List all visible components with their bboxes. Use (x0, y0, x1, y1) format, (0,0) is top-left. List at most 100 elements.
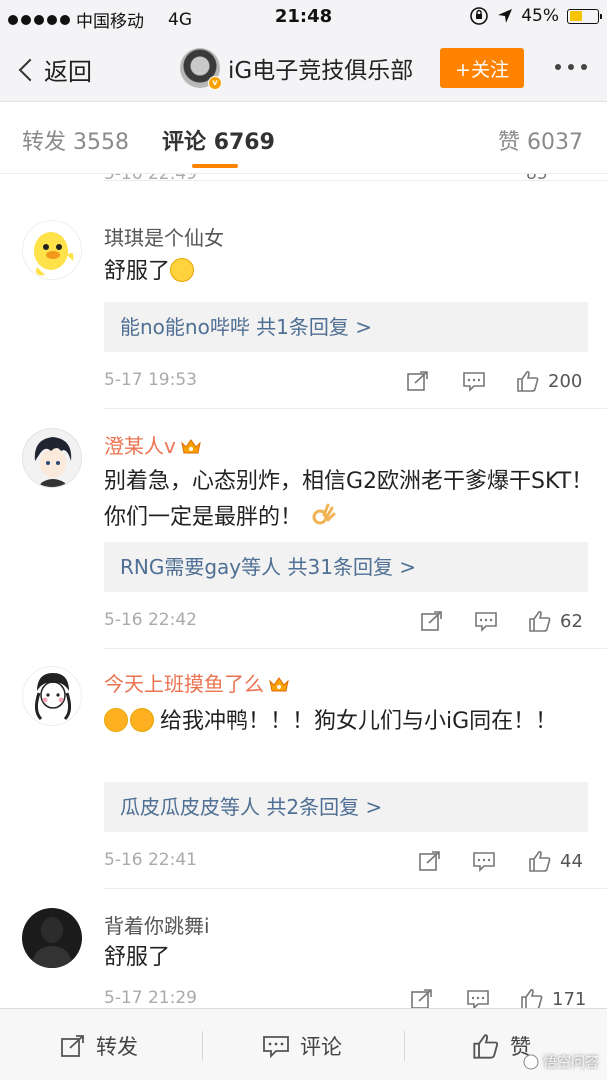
reply-button[interactable] (474, 610, 498, 632)
verified-badge-icon: v (208, 76, 222, 90)
comment-username[interactable]: 澄某人v (104, 430, 202, 459)
comment-username[interactable]: 背着你跳舞i (104, 910, 210, 939)
share-button[interactable] (420, 610, 444, 632)
comment-icon (463, 372, 485, 392)
comment-username[interactable]: 今天上班摸鱼了么 (104, 668, 290, 697)
like-count: 200 (548, 370, 583, 392)
share-button[interactable] (410, 988, 434, 1008)
status-bar: 中国移动 4G 21:48 45% (0, 0, 607, 36)
orientation-lock-icon (470, 7, 489, 25)
repost-label: 转发 (96, 1035, 138, 1059)
tab-likes[interactable]: 赞 6037 (498, 124, 583, 156)
like-button[interactable]: 171 (520, 988, 586, 1008)
reply-button[interactable] (472, 850, 496, 872)
tab-bar: 转发 3558 评论 6769 赞 6037 (0, 102, 607, 174)
like-count: 85 (526, 174, 548, 184)
share-icon (419, 851, 440, 871)
reply-button[interactable] (462, 370, 486, 392)
comment-icon (473, 852, 495, 872)
thumbs-up-icon (517, 370, 539, 392)
follow-button[interactable]: +关注 (440, 48, 524, 88)
comment-meta: 5-17 21:29 171 (104, 988, 588, 1008)
share-icon (411, 989, 432, 1008)
comment-meta: 5-16 22:41 44 (104, 850, 588, 874)
comment-meta: 5-17 19:53 200 (104, 370, 588, 394)
vip-crown-icon (269, 677, 289, 692)
watermark: 悟空问答 (523, 1052, 599, 1072)
ok-hand-emoji-icon (312, 503, 336, 525)
thumbs-up-icon (529, 850, 551, 872)
comment-username[interactable]: 琪琪是个仙女 (104, 222, 224, 251)
comment-label: 评论 (300, 1035, 342, 1059)
divider (104, 408, 607, 409)
comment-date: 5-17 21:29 (104, 988, 197, 1008)
thumbs-up-icon (473, 1034, 499, 1059)
account-header[interactable]: v iG电子竞技俱乐部 (180, 48, 413, 90)
anime-boy-avatar-icon (34, 437, 72, 487)
avatar[interactable] (22, 428, 82, 488)
like-button[interactable]: 44 (528, 850, 583, 872)
thumbs-up-icon (529, 610, 551, 632)
back-button[interactable]: 返回 (16, 52, 92, 87)
reply-summary[interactable]: 能no能no哔哔 共1条回复 > (104, 302, 588, 352)
watermark-logo-icon (523, 1054, 539, 1070)
back-label: 返回 (44, 58, 92, 86)
repost-button[interactable]: 转发 (60, 1031, 138, 1061)
angry-emoji-icon (130, 708, 154, 732)
like-button[interactable]: 200 (516, 370, 582, 392)
like-count: 44 (560, 850, 583, 872)
duck-avatar-icon (34, 232, 74, 276)
nav-bar: 返回 v iG电子竞技俱乐部 +关注 (0, 36, 607, 102)
battery-percent: 45% (521, 6, 559, 26)
comment-icon (263, 1036, 289, 1058)
reply-button[interactable] (466, 988, 490, 1008)
comment-text: 舒服了 (104, 254, 594, 290)
battery-icon (567, 8, 602, 24)
comment-date: 5-17 19:53 (104, 370, 197, 390)
comment-date: 5-16 22:49 (104, 174, 197, 184)
watermark-text: 悟空问答 (543, 1055, 599, 1071)
more-options-icon[interactable] (555, 64, 587, 70)
like-button[interactable]: 62 (528, 610, 583, 632)
comment-meta: 5-16 22:42 62 (104, 610, 588, 634)
comment-text: 给我冲鸭！！！狗女儿们与小iG同在！！ (104, 704, 594, 740)
share-button[interactable] (418, 850, 442, 872)
comment-date: 5-16 22:42 (104, 610, 197, 630)
comment-text: 别着急，心态别炸，相信G2欧洲老干爹爆干SKT！你们一定是最胖的！ (104, 469, 594, 530)
tab-comments[interactable]: 评论 6769 (162, 124, 275, 156)
divider (104, 180, 607, 181)
comment-icon (475, 612, 497, 632)
comment-icon (467, 990, 489, 1008)
repost-icon (61, 1035, 84, 1057)
like-count: 62 (560, 610, 583, 632)
divider (104, 888, 607, 889)
divider (202, 1031, 203, 1061)
sketch-girl-avatar-icon (34, 673, 72, 721)
share-icon (421, 611, 442, 631)
reply-summary[interactable]: 瓜皮瓜皮皮等人 共2条回复 > (104, 782, 588, 832)
divider (404, 1031, 405, 1061)
comment-button[interactable]: 评论 (262, 1031, 342, 1061)
account-avatar[interactable]: v (180, 48, 222, 90)
comment-text: 舒服了 (104, 945, 171, 970)
share-icon (407, 371, 428, 391)
bottom-action-bar: 转发 评论 赞 悟空问答 (0, 1008, 607, 1080)
reply-summary[interactable]: RNG需要gay等人 共31条回复 > (104, 542, 588, 592)
share-button[interactable] (406, 370, 430, 392)
location-arrow-icon (498, 9, 513, 23)
account-name[interactable]: iG电子竞技俱乐部 (228, 51, 413, 85)
tab-repost[interactable]: 转发 3558 (22, 124, 129, 156)
avatar[interactable] (22, 220, 82, 280)
avatar[interactable] (22, 908, 82, 968)
angry-emoji-icon (104, 708, 128, 732)
battery-fill (569, 11, 582, 21)
divider (104, 648, 607, 649)
comment-feed[interactable]: 5-16 22:49 85 琪琪是个仙女 舒服了 能no能no哔哔 共1条回复 … (0, 174, 607, 1008)
silhouette-avatar-icon (30, 917, 74, 968)
like-count: 171 (552, 988, 587, 1009)
grin-emoji-icon (170, 258, 195, 282)
avatar[interactable] (22, 666, 82, 726)
thumbs-up-icon (521, 988, 543, 1008)
comment-date: 5-16 22:41 (104, 850, 197, 870)
vip-crown-icon (181, 439, 201, 454)
